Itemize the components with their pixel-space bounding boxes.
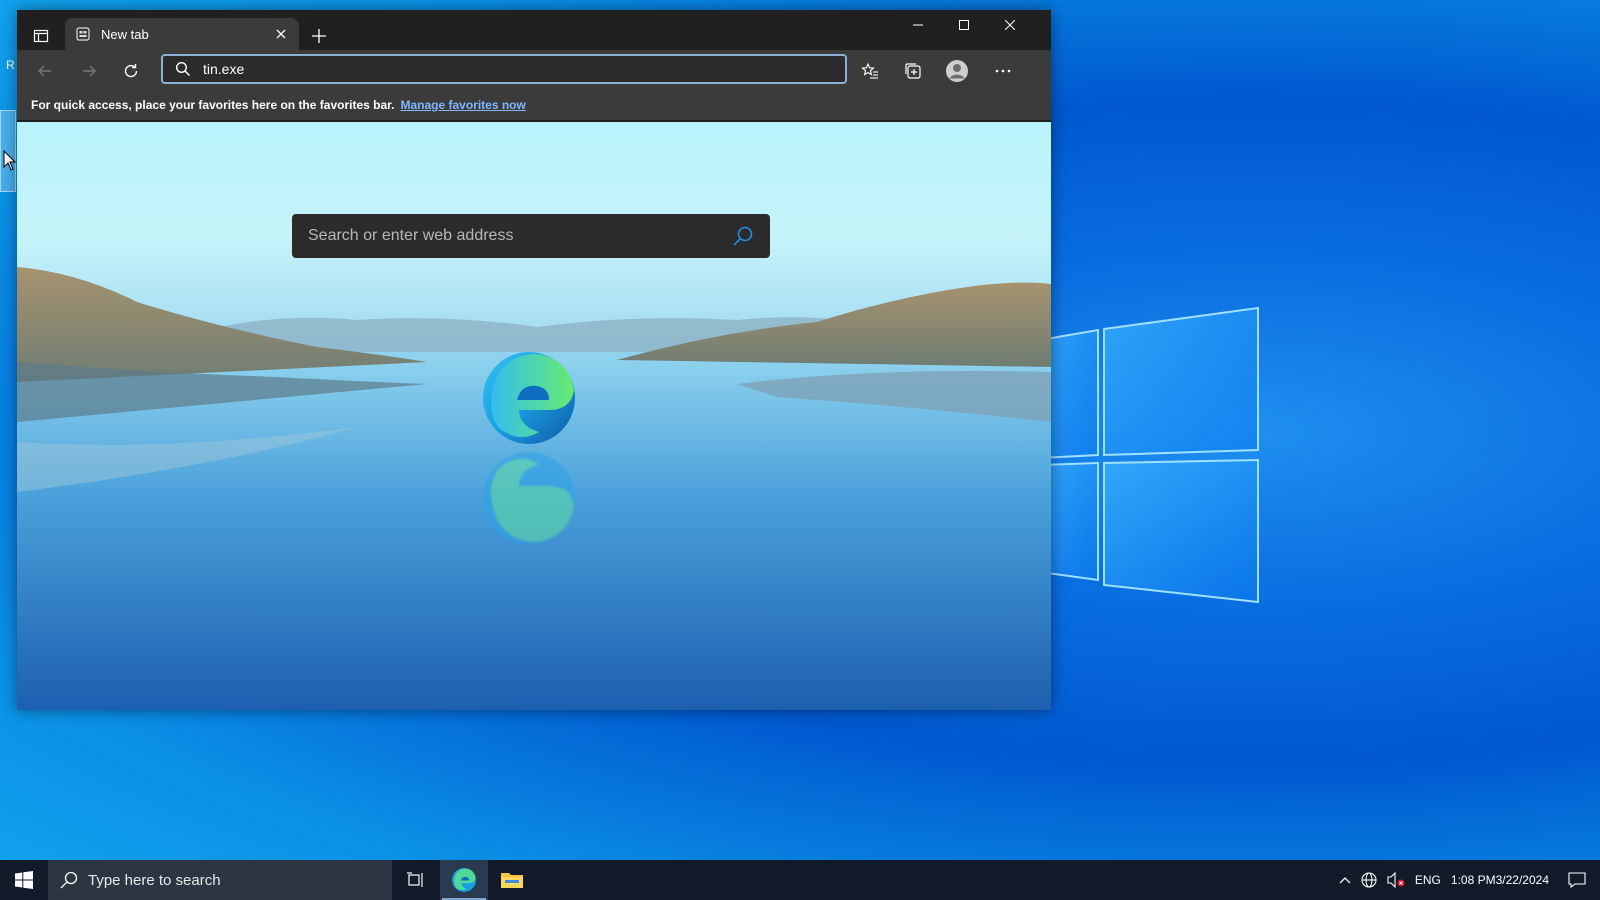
forward-icon [83, 65, 96, 77]
volume-muted-icon [1387, 872, 1405, 888]
back-icon [38, 65, 51, 77]
search-icon [60, 871, 78, 889]
more-icon [995, 69, 1011, 73]
network-icon [1361, 872, 1377, 888]
new-tab-page-icon [75, 26, 91, 42]
edge-icon [452, 868, 476, 892]
edge-browser-window: New tab tin.exe For quick access, place … [17, 10, 1051, 710]
favorites-button[interactable] [854, 56, 886, 86]
favorites-bar-message: For quick access, place your favorites h… [31, 98, 395, 112]
mouse-cursor-icon [3, 150, 17, 171]
taskbar-file-explorer-app[interactable] [488, 860, 536, 900]
search-icon[interactable] [732, 225, 754, 247]
task-view-button[interactable] [392, 860, 440, 900]
minimize-button[interactable] [895, 10, 941, 40]
refresh-button[interactable] [115, 56, 147, 86]
volume-button[interactable] [1382, 860, 1410, 900]
windows-desktop-logo [1040, 306, 1259, 604]
taskbar-search-box[interactable] [48, 860, 392, 900]
web-search-box[interactable] [292, 214, 770, 258]
minimize-icon [913, 24, 923, 26]
close-window-button[interactable] [987, 10, 1033, 40]
profile-button[interactable] [941, 56, 973, 86]
address-bar[interactable] [161, 54, 847, 84]
system-tray: ENG 1:08 PM 3/22/2024 [1334, 860, 1600, 900]
close-icon [1005, 20, 1015, 30]
title-bar: New tab [17, 10, 1051, 50]
search-icon [175, 61, 190, 76]
desktop-icon-label[interactable]: R [6, 58, 15, 72]
back-button[interactable] [29, 56, 61, 86]
collections-icon [905, 63, 921, 79]
taskbar-search-input[interactable] [88, 871, 368, 889]
tab-title: New tab [101, 26, 149, 42]
task-view-icon [407, 872, 423, 887]
tab-actions-icon [33, 29, 49, 43]
address-input[interactable] [203, 61, 803, 77]
notifications-icon [1568, 872, 1586, 888]
maximize-button[interactable] [941, 10, 987, 40]
taskbar: ENG 1:08 PM 3/22/2024 [0, 860, 1600, 900]
refresh-icon [124, 64, 138, 78]
windows-start-icon [15, 871, 33, 889]
new-tab-page [17, 122, 1051, 710]
favorites-icon [861, 62, 878, 79]
taskbar-edge-app[interactable] [440, 860, 488, 900]
close-icon [276, 29, 286, 39]
favorites-bar: For quick access, place your favorites h… [17, 90, 1051, 120]
clock-time: 1:08 PM [1450, 872, 1496, 887]
clock-date: 3/22/2024 [1495, 872, 1549, 887]
action-center-button[interactable] [1554, 860, 1600, 900]
plus-icon [312, 29, 326, 43]
profile-icon [946, 60, 968, 82]
chevron-up-icon [1339, 877, 1351, 884]
tab-new-tab[interactable]: New tab [65, 18, 299, 50]
file-explorer-icon [501, 873, 523, 888]
close-tab-button[interactable] [273, 26, 289, 42]
collections-button[interactable] [897, 56, 929, 86]
start-button[interactable] [0, 860, 48, 900]
settings-more-button[interactable] [987, 56, 1019, 86]
new-tab-button[interactable] [305, 24, 333, 48]
network-button[interactable] [1356, 860, 1382, 900]
tab-actions-button[interactable] [27, 24, 55, 48]
edge-logo-icon [483, 352, 575, 444]
web-search-input[interactable] [308, 227, 732, 245]
forward-button[interactable] [73, 56, 105, 86]
navigation-toolbar [17, 50, 1051, 90]
edge-logo-reflection [483, 452, 575, 544]
language-indicator[interactable]: ENG [1410, 860, 1446, 900]
manage-favorites-link[interactable]: Manage favorites now [400, 98, 525, 112]
maximize-icon [959, 20, 969, 30]
show-hidden-icons-button[interactable] [1334, 860, 1356, 900]
clock[interactable]: 1:08 PM 3/22/2024 [1446, 860, 1554, 900]
